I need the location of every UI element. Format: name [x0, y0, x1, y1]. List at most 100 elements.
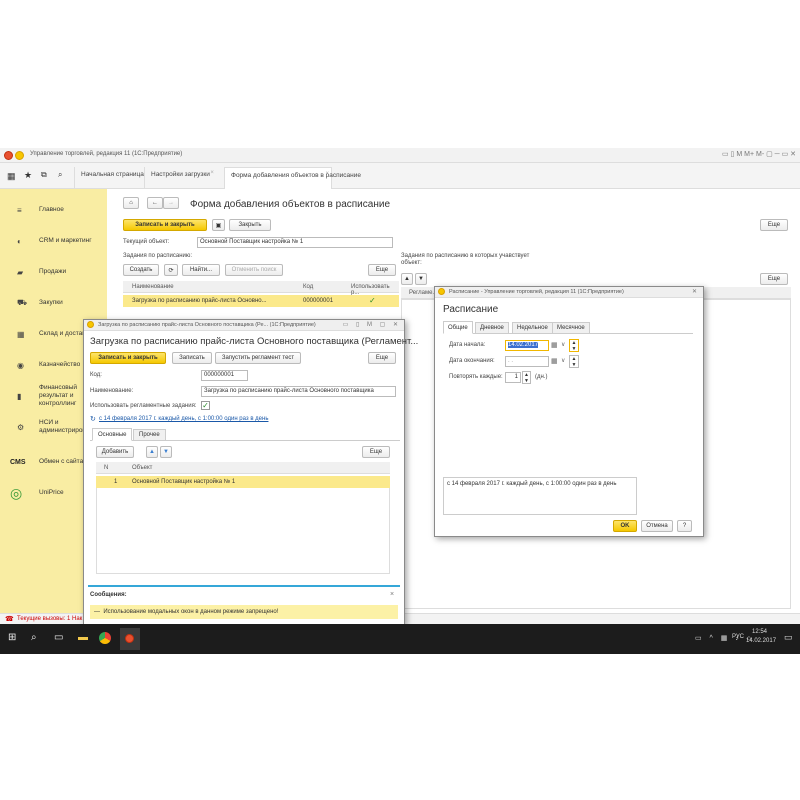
tab-other[interactable]: Прочее [133, 429, 166, 441]
schedule-summary-text: с 14 февраля 2017 г. каждый день, с 1:00… [447, 481, 617, 487]
run-reglament-button[interactable]: Запустить регламент тест [215, 352, 301, 364]
code-field[interactable]: 000000001 [201, 370, 248, 381]
create-button[interactable]: Создать [123, 264, 159, 276]
language-indicator[interactable]: РУС [732, 634, 744, 640]
history-icon[interactable]: ⧉ [41, 170, 47, 180]
schedule-dialog: Расписание - Управление торговлей, редак… [434, 286, 704, 537]
app-title: Управление торговлей, редакция 11 (1С:Пр… [30, 151, 183, 157]
help-label: ? [682, 523, 687, 529]
save-icon-button[interactable]: ▣ [212, 219, 225, 231]
schedule-tabs: Общие Дневное Недельное Месячное [443, 321, 693, 334]
name-field[interactable]: Загрузка по расписанию прайс-листа Основ… [201, 386, 396, 397]
tab-add-form[interactable]: Форма добавления объектов в расписание × [224, 167, 361, 189]
sidebar-item[interactable]: ◐ CRM и маркетинг [0, 226, 107, 256]
tab-monthly[interactable]: Месячное [552, 322, 590, 334]
tab-main[interactable]: Основные [92, 428, 133, 441]
sidebar-item[interactable]: ⛟ Закупки [0, 288, 107, 318]
down-arrow-icon[interactable]: ▼ [415, 273, 427, 285]
chrome-icon[interactable] [99, 632, 111, 644]
code-label: Код: [90, 372, 102, 378]
tab-weekly[interactable]: Недельное [512, 322, 553, 334]
explorer-icon[interactable]: ▬ [78, 632, 88, 643]
find-button[interactable]: Найти... [182, 264, 220, 276]
message-item[interactable]: — Использование модальных окон в данном … [90, 605, 398, 619]
more-button[interactable]: Еще [368, 264, 396, 276]
chevron-down-icon[interactable]: ∨ [561, 357, 565, 364]
refresh-icon[interactable]: ⟳ [164, 264, 178, 276]
more-button[interactable]: Еще [362, 446, 390, 458]
repeat-field[interactable]: 1 [505, 372, 521, 383]
chevron-down-icon[interactable]: ∨ [561, 341, 565, 348]
ok-button[interactable]: OK [613, 520, 637, 532]
check-icon: ✓ [369, 296, 376, 305]
calendar-icon[interactable]: ▦ [551, 341, 558, 349]
back-button[interactable]: ← [147, 197, 163, 209]
clock-time[interactable]: 12:54 [752, 629, 767, 635]
windows-start-icon[interactable]: ⊞ [8, 632, 16, 643]
help-button[interactable]: ? [677, 520, 692, 532]
more-button[interactable]: Еще [760, 273, 788, 285]
search-icon[interactable]: ⌕ [58, 170, 62, 180]
repeat-stepper[interactable]: ▲ ▼ [522, 371, 531, 384]
bag-icon: ▰ [17, 267, 24, 277]
forward-button[interactable]: → [163, 197, 179, 209]
close-icon[interactable]: × [210, 169, 214, 177]
more-button[interactable]: Еще [760, 219, 788, 231]
current-object-field[interactable]: Основной Поставщик настройка № 1 [197, 237, 393, 248]
run-label: Запустить регламент тест [221, 355, 295, 361]
save-close-button[interactable]: Записать и закрыть [90, 352, 166, 364]
grid-menu-icon[interactable]: ▦ [7, 171, 16, 182]
close-label: Закрыть [238, 222, 262, 228]
1c-logo-icon [87, 321, 94, 328]
window-controls[interactable]: ▭ ▯ M M+ M- ▢ ─ ▭ ✕ [722, 150, 796, 158]
table-row[interactable]: Загрузка по расписанию прайс-листа Основ… [123, 295, 399, 307]
tasks-grid-header: Наименование Код Использовать р... [123, 281, 399, 296]
save-close-button[interactable]: Записать и закрыть [123, 219, 207, 231]
sidebar-item[interactable]: ▰ Продажи [0, 257, 107, 287]
sidebar-item-label: Закупки [39, 299, 63, 306]
close-icon[interactable]: ✕ [692, 288, 700, 295]
notifications-icon[interactable]: ▭ [784, 632, 793, 643]
end-date-field[interactable]: . . [505, 356, 549, 367]
search-icon[interactable]: ⌕ [31, 632, 37, 643]
objects-grid-body [96, 488, 390, 574]
tab-daily[interactable]: Дневное [475, 322, 509, 334]
schedule-link[interactable]: с 14 февраля 2017 г. каждый день, с 1:00… [99, 416, 268, 422]
finance-icon: ▮ [17, 391, 22, 401]
close-button[interactable]: Закрыть [229, 219, 271, 231]
close-icon[interactable]: × [390, 591, 394, 598]
tab-general[interactable]: Общие [443, 321, 473, 334]
task-view-icon[interactable]: ▭ [54, 632, 63, 643]
end-date-stepper[interactable]: ▲ ▼ [569, 355, 579, 368]
use-reglament-label: Использовать регламентные задания: [90, 403, 197, 409]
down-arrow-icon[interactable]: ▼ [160, 446, 172, 458]
tab-home[interactable]: Начальная страница [74, 167, 150, 189]
clock-date[interactable]: 14.02.2017 [746, 638, 776, 644]
window-controls[interactable]: ▭ ▯ M ▢ ✕ [343, 321, 401, 328]
use-reglament-checkbox[interactable]: ✓ [201, 401, 210, 410]
start-date-stepper[interactable]: ▲ ▼ [569, 339, 579, 352]
tab-load-settings[interactable]: Настройки загрузки × [144, 167, 216, 189]
start-date-field[interactable]: 14.02.2017 [505, 340, 549, 351]
cancel-button[interactable]: Отмена [641, 520, 673, 532]
star-icon[interactable]: ★ [24, 170, 32, 181]
cancel-search-button[interactable]: Отменить поиск [225, 264, 283, 276]
calendar-icon[interactable]: ▦ [551, 357, 558, 365]
task-dialog: Загрузка по расписанию прайс-листа Основ… [83, 319, 418, 625]
cms-icon: CMS [10, 458, 26, 466]
tab-label: Форма добавления объектов в расписание [231, 172, 361, 179]
more-button[interactable]: Еще [368, 352, 396, 364]
1c-taskbar-item[interactable] [120, 628, 140, 650]
start-date-value: 14.02.2017 [508, 342, 539, 348]
save-button[interactable]: Записать [172, 352, 212, 364]
cancel-label: Отмена [646, 523, 668, 529]
sidebar-item[interactable]: ≡ Главное [0, 195, 107, 225]
up-arrow-icon[interactable]: ▲ [401, 273, 413, 285]
add-button[interactable]: Добавить [96, 446, 134, 458]
table-row[interactable]: 1 Основной Поставщик настройка № 1 [96, 476, 390, 488]
more-label: Еще [375, 355, 389, 361]
cancel-search-label: Отменить поиск [231, 267, 277, 273]
up-arrow-icon[interactable]: ▲ [146, 446, 158, 458]
home-button[interactable]: ⌂ [123, 197, 139, 209]
close-icon[interactable]: × [325, 170, 329, 178]
